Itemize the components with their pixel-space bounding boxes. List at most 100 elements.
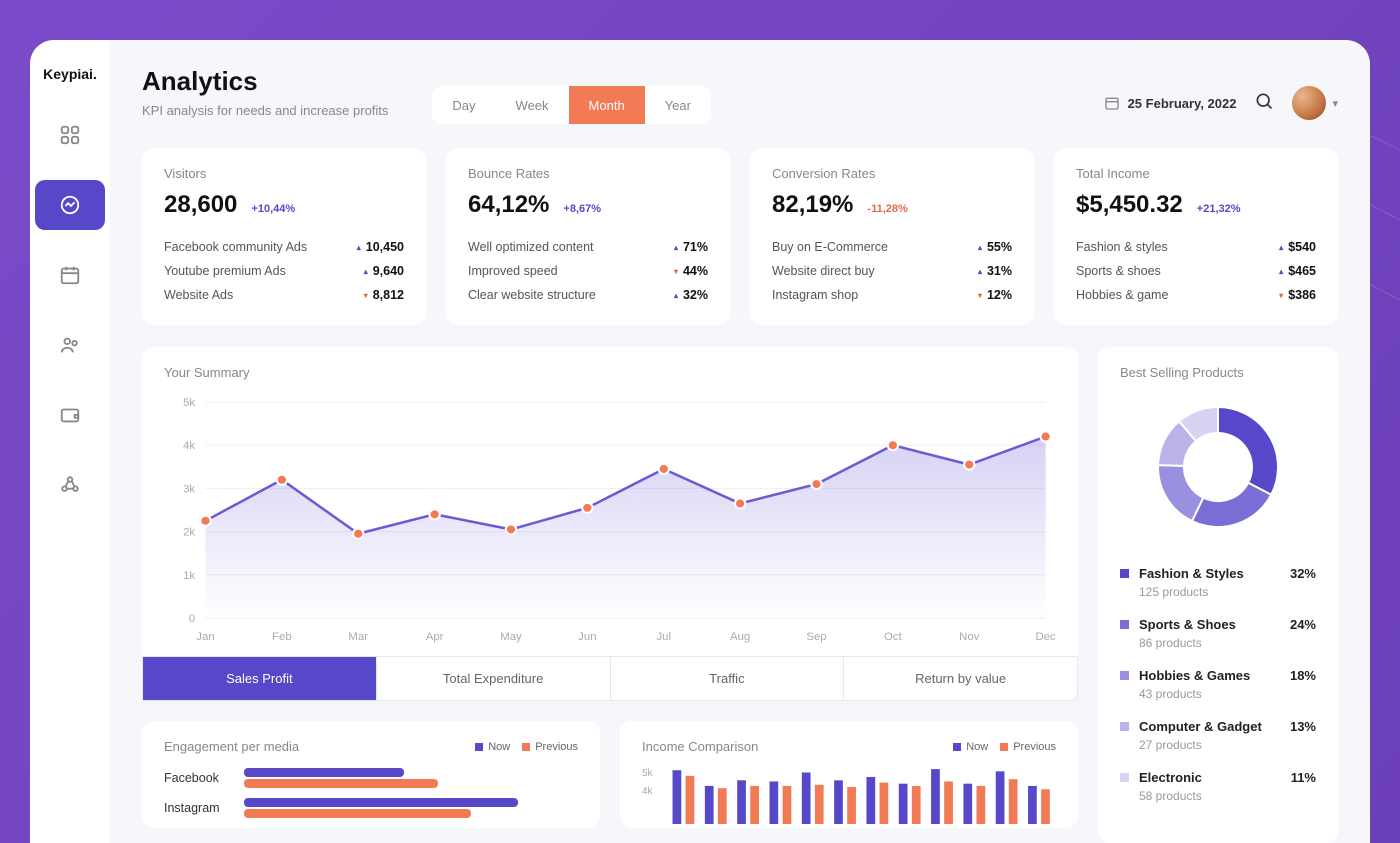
kpi-card-0: Visitors 28,600+10,44%Facebook community… — [142, 148, 426, 325]
svg-text:Jul: Jul — [656, 631, 671, 643]
engagement-row: Instagram — [164, 798, 578, 818]
user-menu[interactable]: ▾ — [1292, 86, 1338, 120]
svg-text:5k: 5k — [183, 397, 195, 409]
period-tab-day[interactable]: Day — [432, 86, 495, 124]
kpi-line: Improved speed▾44% — [468, 259, 708, 283]
best-selling-item[interactable]: Sports & Shoes24%86 products — [1120, 617, 1316, 650]
svg-text:Apr: Apr — [426, 631, 444, 643]
page-title: Analytics — [142, 66, 388, 97]
triangle-down-icon: ▾ — [978, 291, 982, 300]
grid-icon — [59, 124, 81, 146]
period-tab-week[interactable]: Week — [496, 86, 569, 124]
summary-card: Your Summary 01k2k3k4k5kJanFebMarAprMayJ… — [142, 347, 1078, 701]
triangle-up-icon: ▴ — [1279, 243, 1283, 252]
summary-chart: 01k2k3k4k5kJanFebMarAprMayJunJulAugSepOc… — [164, 392, 1056, 648]
kpi-line: Facebook community Ads▴10,450 — [164, 235, 404, 259]
triangle-up-icon: ▴ — [978, 267, 982, 276]
kpi-value: 82,19% — [772, 191, 853, 219]
nav-calendar[interactable] — [35, 250, 105, 300]
best-selling-item[interactable]: Computer & Gadget13%27 products — [1120, 719, 1316, 752]
summary-tab-2[interactable]: Traffic — [611, 657, 845, 700]
kpi-card-1: Bounce Rates 64,12%+8,67%Well optimized … — [446, 148, 730, 325]
date-picker[interactable]: 25 February, 2022 — [1104, 95, 1237, 111]
kpi-line: Fashion & styles▴$540 — [1076, 235, 1316, 259]
chevron-down-icon: ▾ — [1332, 97, 1338, 110]
best-selling-card: Best Selling Products Fashion & Styles32… — [1098, 347, 1338, 843]
share-icon — [59, 474, 81, 496]
analytics-icon — [59, 194, 81, 216]
period-tab-year[interactable]: Year — [645, 86, 711, 124]
kpi-delta: -11,28% — [867, 203, 907, 215]
summary-tab-3[interactable]: Return by value — [844, 657, 1077, 700]
kpi-value: $5,450.32 — [1076, 191, 1183, 219]
svg-text:1k: 1k — [183, 570, 195, 582]
period-tabs: DayWeekMonthYear — [432, 86, 711, 124]
calendar-small-icon — [1104, 95, 1120, 111]
svg-text:3k: 3k — [183, 484, 195, 496]
triangle-up-icon: ▴ — [674, 243, 678, 252]
best-selling-title: Best Selling Products — [1120, 365, 1316, 380]
best-selling-item[interactable]: Electronic11%58 products — [1120, 770, 1316, 803]
date-label: 25 February, 2022 — [1128, 96, 1237, 111]
nav-analytics[interactable] — [35, 180, 105, 230]
kpi-line: Website direct buy▴31% — [772, 259, 1012, 283]
nav-dashboard[interactable] — [35, 110, 105, 160]
sidebar: Keypiai. — [30, 40, 110, 843]
svg-text:Sep: Sep — [806, 631, 826, 643]
app-shell: Keypiai. Analytics KPI analysis for need… — [30, 40, 1370, 843]
best-selling-item[interactable]: Hobbies & Games18%43 products — [1120, 668, 1316, 701]
brand-logo: Keypiai. — [43, 66, 97, 82]
wallet-icon — [59, 404, 81, 426]
triangle-down-icon: ▾ — [1279, 291, 1283, 300]
triangle-down-icon: ▾ — [674, 267, 678, 276]
kpi-delta: +8,67% — [563, 203, 601, 215]
triangle-up-icon: ▴ — [364, 267, 368, 276]
kpi-card-3: Total Income $5,450.32+21,32%Fashion & s… — [1054, 148, 1338, 325]
svg-text:Jan: Jan — [196, 631, 214, 643]
kpi-delta: +10,44% — [251, 203, 295, 215]
svg-text:Feb: Feb — [272, 631, 292, 643]
triangle-up-icon: ▴ — [978, 243, 982, 252]
engagement-card: Engagement per media Now Previous Facebo… — [142, 721, 600, 828]
income-title: Income Comparison — [642, 739, 758, 754]
triangle-down-icon: ▾ — [364, 291, 368, 300]
kpi-card-2: Conversion Rates 82,19% -11,28% Buy on E-C… — [750, 148, 1034, 325]
engagement-legend: Now Previous — [475, 741, 578, 753]
svg-text:May: May — [500, 631, 522, 643]
kpi-label: Visitors — [164, 166, 404, 181]
engagement-title: Engagement per media — [164, 739, 299, 754]
engagement-row: Facebook — [164, 768, 578, 788]
svg-text:Nov: Nov — [959, 631, 980, 643]
summary-tab-1[interactable]: Total Expenditure — [377, 657, 611, 700]
kpi-line: Hobbies & game▾$386 — [1076, 283, 1316, 307]
svg-text:0: 0 — [189, 613, 195, 625]
kpi-delta: +21,32% — [1197, 203, 1241, 215]
kpi-row: Visitors 28,600+10,44%Facebook community… — [142, 148, 1338, 325]
content-row: Your Summary 01k2k3k4k5kJanFebMarAprMayJ… — [142, 347, 1338, 843]
kpi-label: Bounce Rates — [468, 166, 708, 181]
calendar-icon — [59, 264, 81, 286]
triangle-up-icon: ▴ — [674, 291, 678, 300]
svg-text:Aug: Aug — [730, 631, 750, 643]
bottom-row: Engagement per media Now Previous Facebo… — [142, 721, 1078, 828]
summary-tab-0[interactable]: Sales Profit — [143, 657, 377, 700]
svg-text:4k: 4k — [183, 440, 195, 452]
kpi-line: Well optimized content▴71% — [468, 235, 708, 259]
best-selling-item[interactable]: Fashion & Styles32%125 products — [1120, 566, 1316, 599]
triangle-up-icon: ▴ — [1279, 267, 1283, 276]
triangle-up-icon: ▴ — [357, 243, 361, 252]
income-legend: Now Previous — [953, 741, 1056, 753]
kpi-line: Website Ads▾8,812 — [164, 283, 404, 307]
nav-wallet[interactable] — [35, 390, 105, 440]
nav-share[interactable] — [35, 460, 105, 510]
period-tab-month[interactable]: Month — [569, 86, 645, 124]
search-button[interactable] — [1254, 91, 1274, 116]
nav-users[interactable] — [35, 320, 105, 370]
summary-tabs: Sales ProfitTotal ExpenditureTrafficRetu… — [142, 656, 1078, 701]
svg-text:2k: 2k — [183, 527, 195, 539]
kpi-line: Sports & shoes▴$465 — [1076, 259, 1316, 283]
kpi-line: Buy on E-Commerce▴55% — [772, 235, 1012, 259]
income-card: Income Comparison Now Previous 5k4k — [620, 721, 1078, 828]
kpi-label: Conversion Rates — [772, 166, 1012, 181]
page-subtitle: KPI analysis for needs and increase prof… — [142, 103, 388, 118]
